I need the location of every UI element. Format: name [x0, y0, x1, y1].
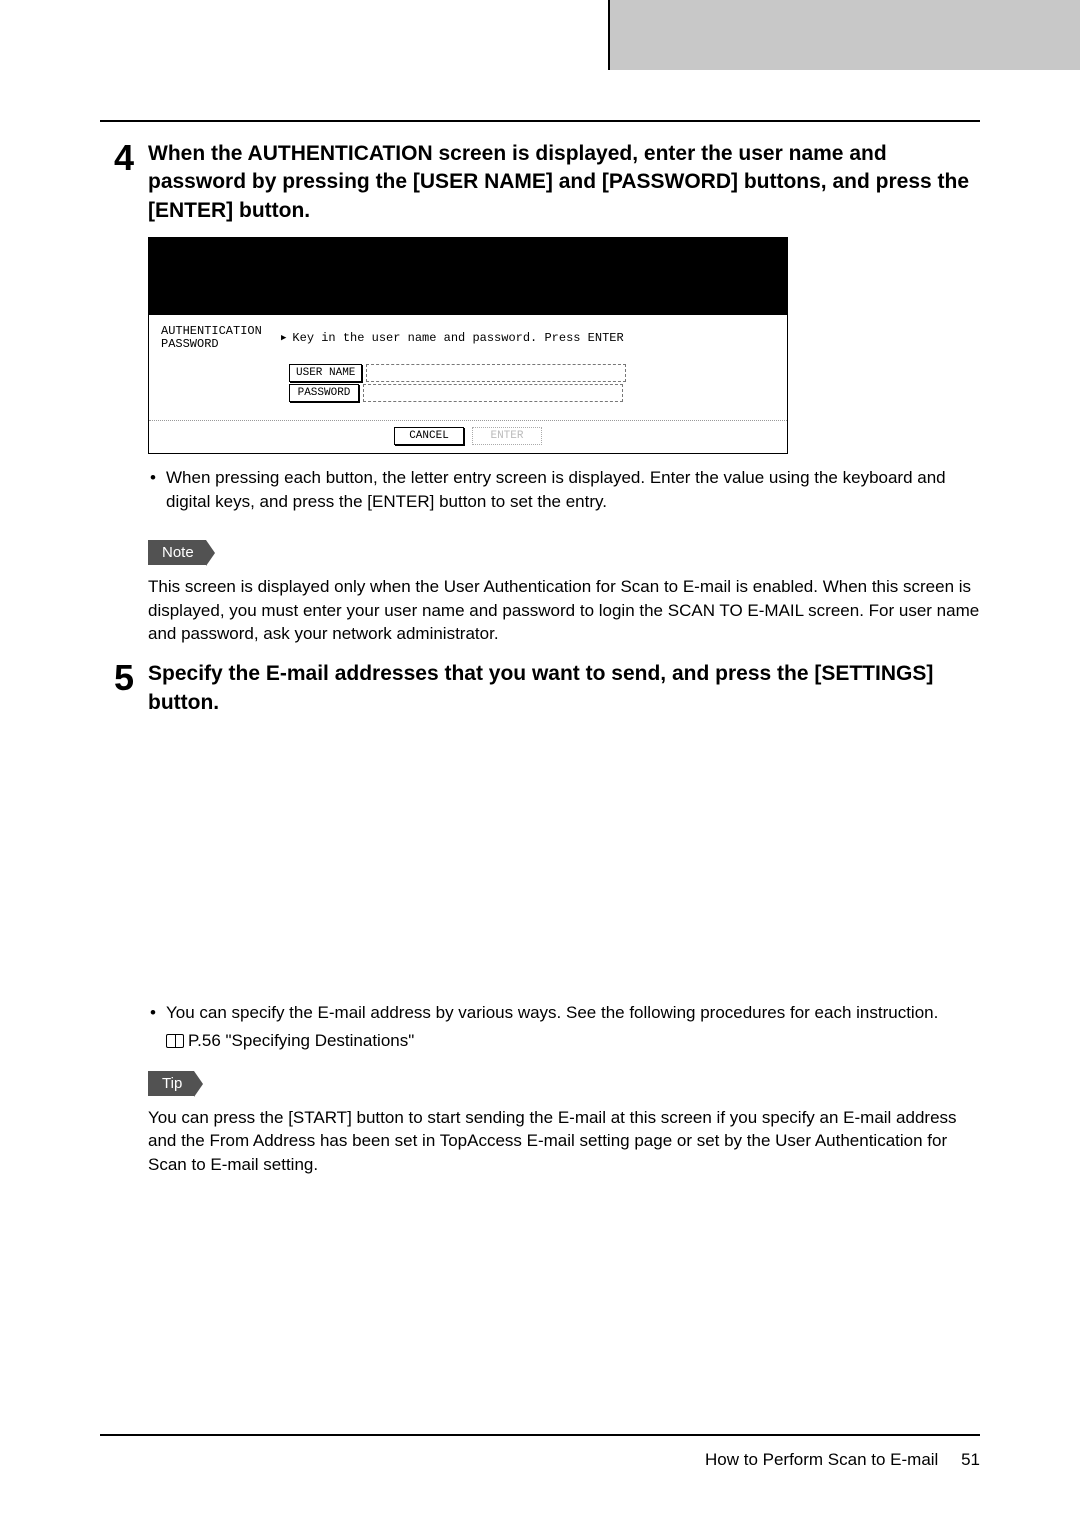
- enter-button[interactable]: ENTER: [472, 427, 542, 445]
- cancel-button[interactable]: CANCEL: [394, 427, 464, 445]
- rule-top: [100, 120, 980, 122]
- page-content: 4 When the AUTHENTICATION screen is disp…: [100, 120, 980, 1181]
- password-input[interactable]: [363, 384, 623, 402]
- step-4: 4 When the AUTHENTICATION screen is disp…: [100, 140, 980, 646]
- step-number: 5: [100, 660, 134, 1177]
- step5-bullets: You can specify the E-mail address by va…: [148, 1001, 980, 1025]
- step-body: Specify the E-mail addresses that you wa…: [148, 660, 980, 1177]
- tip-text: You can press the [START] button to star…: [148, 1106, 980, 1177]
- password-button[interactable]: PASSWORD: [289, 384, 359, 402]
- auth-screen-label: AUTHENTICATION PASSWORD: [161, 325, 281, 350]
- list-item: When pressing each button, the letter en…: [166, 466, 980, 514]
- screenshot-body: AUTHENTICATION PASSWORD Key in the user …: [148, 315, 788, 454]
- ref-text: P.56 "Specifying Destinations": [188, 1031, 414, 1050]
- step4-bullets: When pressing each button, the letter en…: [148, 466, 980, 514]
- note-text: This screen is displayed only when the U…: [148, 575, 980, 646]
- auth-prompt: Key in the user name and password. Press…: [281, 325, 624, 350]
- screenshot-titlebar: [148, 237, 788, 315]
- step-5: 5 Specify the E-mail addresses that you …: [100, 660, 980, 1177]
- screenshot-placeholder: [148, 725, 980, 995]
- user-name-button[interactable]: USER NAME: [289, 364, 362, 382]
- step-heading: Specify the E-mail addresses that you wa…: [148, 660, 980, 717]
- tip-badge: Tip: [148, 1071, 194, 1096]
- step-heading: When the AUTHENTICATION screen is displa…: [148, 140, 980, 225]
- auth-screenshot: AUTHENTICATION PASSWORD Key in the user …: [148, 237, 788, 454]
- note-badge: Note: [148, 540, 206, 565]
- header-grey-block: [610, 0, 1080, 70]
- step-number: 4: [100, 140, 134, 646]
- cross-reference: P.56 "Specifying Destinations": [166, 1031, 980, 1051]
- page-footer: How to Perform Scan to E-mail 51: [100, 1434, 980, 1470]
- user-name-input[interactable]: [366, 364, 626, 382]
- footer-title: How to Perform Scan to E-mail: [705, 1450, 938, 1469]
- rule-bottom: [100, 1434, 980, 1436]
- page-number: 51: [961, 1450, 980, 1469]
- list-item: You can specify the E-mail address by va…: [166, 1001, 980, 1025]
- book-icon: [166, 1034, 184, 1048]
- step-body: When the AUTHENTICATION screen is displa…: [148, 140, 980, 646]
